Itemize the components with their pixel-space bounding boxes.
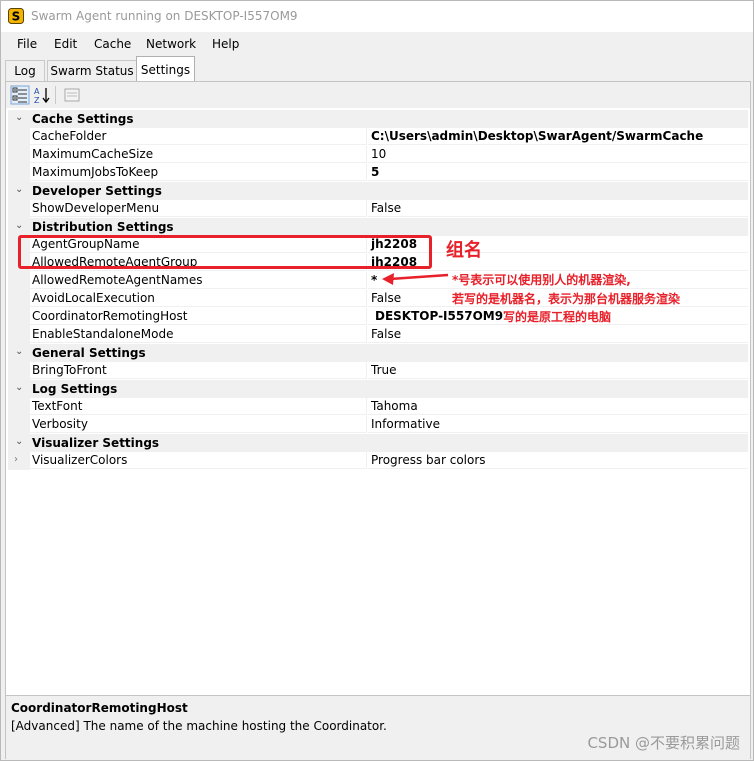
- property-row-max-jobs[interactable]: MaximumJobsToKeep 5: [8, 164, 748, 182]
- chevron-down-icon[interactable]: ⌄: [15, 436, 23, 447]
- property-grid: ⌄ Cache Settings CacheFolder C:\Users\ad…: [8, 108, 748, 688]
- property-name: ShowDeveloperMenu: [30, 200, 367, 217]
- menu-cache[interactable]: Cache: [94, 37, 131, 51]
- property-name: MaximumJobsToKeep: [30, 164, 367, 181]
- property-row-visualizer-colors[interactable]: › VisualizerColors Progress bar colors: [8, 452, 748, 470]
- chevron-down-icon[interactable]: ⌄: [15, 220, 23, 231]
- property-row-text-font[interactable]: TextFont Tahoma: [8, 398, 748, 416]
- property-name: VisualizerColors: [30, 452, 367, 469]
- swarm-app-icon: S: [8, 8, 24, 24]
- svg-text:Z: Z: [34, 96, 40, 105]
- property-row-enable-standalone-mode[interactable]: EnableStandaloneMode False: [8, 326, 748, 344]
- property-name: TextFont: [30, 398, 367, 415]
- annotation-note-line3: 写的是原工程的电脑: [503, 310, 612, 324]
- category-visualizer-settings[interactable]: ⌄ Visualizer Settings: [8, 434, 748, 452]
- menu-bar: File Edit Cache Network Help: [1, 32, 753, 56]
- property-value[interactable]: True: [368, 362, 748, 379]
- tab-settings[interactable]: Settings: [136, 56, 195, 83]
- chevron-down-icon[interactable]: ⌄: [15, 184, 23, 195]
- toolbar-separator: [55, 86, 56, 104]
- tab-swarm-status[interactable]: Swarm Status: [47, 60, 137, 82]
- property-row-cache-folder[interactable]: CacheFolder C:\Users\admin\Desktop\SwarA…: [8, 128, 748, 146]
- property-row-bring-to-front[interactable]: BringToFront True: [8, 362, 748, 380]
- annotation-highlight-box: [18, 235, 432, 269]
- chevron-down-icon[interactable]: ⌄: [15, 382, 23, 393]
- annotation-note-line2: 若写的是机器名，表示为那台机器服务渲染: [452, 292, 681, 306]
- help-description: [Advanced] The name of the machine hosti…: [11, 719, 387, 733]
- category-log-settings[interactable]: ⌄ Log Settings: [8, 380, 748, 398]
- property-row-verbosity[interactable]: Verbosity Informative: [8, 416, 748, 434]
- settings-panel: A Z ⌄ Cache Settings CacheFolder C:\User…: [5, 81, 751, 759]
- title-bar[interactable]: S Swarm Agent running on DESKTOP-I557OM9: [1, 1, 753, 32]
- property-name: Verbosity: [30, 416, 367, 433]
- help-title: CoordinatorRemotingHost: [11, 701, 188, 715]
- menu-network[interactable]: Network: [146, 37, 196, 51]
- property-name: MaximumCacheSize: [30, 146, 367, 163]
- property-value[interactable]: 5: [368, 164, 748, 181]
- property-value[interactable]: Informative: [368, 416, 748, 433]
- property-grid-toolbar: A Z: [6, 82, 750, 108]
- chevron-down-icon[interactable]: ⌄: [15, 112, 23, 123]
- property-value[interactable]: Progress bar colors: [368, 452, 748, 469]
- svg-text:A: A: [34, 87, 40, 96]
- menu-edit[interactable]: Edit: [54, 37, 77, 51]
- category-cache-settings[interactable]: ⌄ Cache Settings: [8, 110, 748, 128]
- annotation-group-label: 组名: [446, 240, 482, 261]
- category-general-settings[interactable]: ⌄ General Settings: [8, 344, 748, 362]
- categorized-view-icon[interactable]: [10, 85, 30, 105]
- property-value[interactable]: False: [368, 200, 748, 217]
- annotation-arrow-icon: [382, 273, 449, 285]
- svg-text:S: S: [12, 10, 21, 24]
- tab-log[interactable]: Log: [5, 60, 45, 82]
- window-title: Swarm Agent running on DESKTOP-I557OM9: [31, 9, 298, 23]
- property-name: CacheFolder: [30, 128, 367, 145]
- property-row-max-cache-size[interactable]: MaximumCacheSize 10: [8, 146, 748, 164]
- property-value[interactable]: C:\Users\admin\Desktop\SwarAgent/SwarmCa…: [368, 128, 748, 145]
- alphabetical-sort-icon[interactable]: A Z: [32, 85, 52, 105]
- property-row-show-developer-menu[interactable]: ShowDeveloperMenu False: [8, 200, 748, 218]
- menu-help[interactable]: Help: [212, 37, 239, 51]
- property-name: BringToFront: [30, 362, 367, 379]
- property-value[interactable]: False: [368, 326, 748, 343]
- property-name: AvoidLocalExecution: [30, 290, 367, 307]
- property-row-coordinator-remoting-host[interactable]: CoordinatorRemotingHost DESKTOP-I557OM9: [8, 308, 748, 326]
- chevron-down-icon[interactable]: ⌄: [15, 346, 23, 357]
- property-pages-icon[interactable]: [62, 85, 82, 105]
- property-name: AllowedRemoteAgentNames: [30, 272, 367, 289]
- property-name: CoordinatorRemotingHost: [30, 308, 367, 325]
- property-value[interactable]: 10: [368, 146, 748, 163]
- category-developer-settings[interactable]: ⌄ Developer Settings: [8, 182, 748, 200]
- property-name: EnableStandaloneMode: [30, 326, 367, 343]
- property-value[interactable]: Tahoma: [368, 398, 748, 415]
- watermark: CSDN @不要积累问题: [587, 734, 740, 752]
- chevron-right-icon[interactable]: ›: [14, 454, 18, 465]
- category-distribution-settings[interactable]: ⌄ Distribution Settings: [8, 218, 748, 236]
- annotation-note-line1: *号表示可以使用别人的机器渲染,: [452, 273, 631, 287]
- menu-file[interactable]: File: [17, 37, 37, 51]
- swarm-agent-window: S Swarm Agent running on DESKTOP-I557OM9…: [0, 0, 754, 761]
- tab-strip: Log Swarm Status Settings: [1, 56, 753, 83]
- property-row-allowed-remote-agent-names[interactable]: AllowedRemoteAgentNames *: [8, 272, 748, 290]
